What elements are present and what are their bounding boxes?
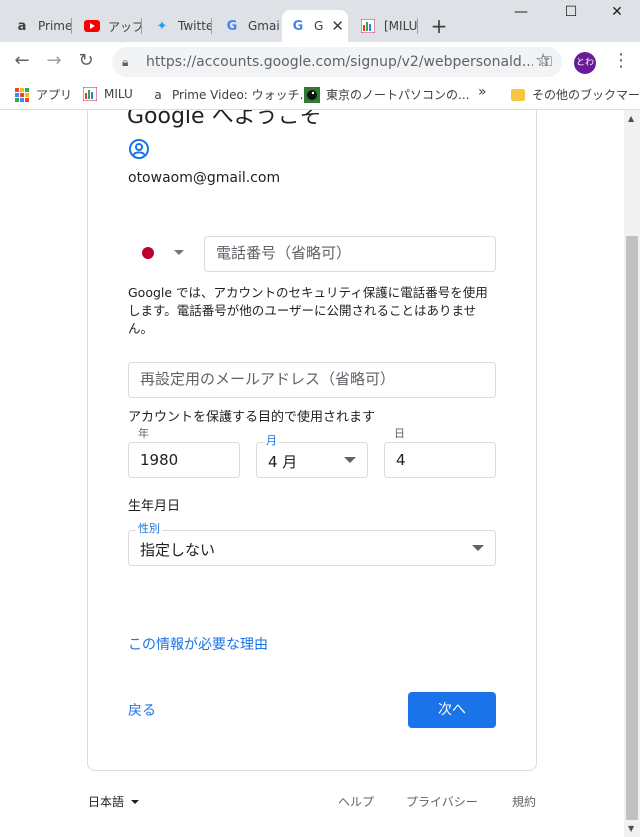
- tab-milu[interactable]: [MILU: [352, 10, 418, 42]
- recovery-note: アカウントを保護する目的で使用されます: [128, 410, 376, 425]
- next-button[interactable]: 次へ: [408, 692, 496, 728]
- chevron-down-icon[interactable]: [174, 250, 184, 255]
- birth-day-label: 日: [392, 425, 407, 441]
- bookmark-apps[interactable]: アプリ: [14, 86, 72, 103]
- tab-prime[interactable]: a Prime: [6, 10, 72, 42]
- scroll-down-icon[interactable]: ▼: [628, 824, 634, 833]
- close-icon[interactable]: ✕: [331, 17, 344, 35]
- phone-placeholder: 電話番号（省略可）: [216, 244, 352, 262]
- tab-youtube[interactable]: アップ: [76, 10, 142, 42]
- bookmarks-bar: アプリ MILU a Prime Video: ウォッチ... 東京のノートパソ…: [0, 80, 640, 110]
- page-content: Google へようこそ otowaom@gmail.com 電話番号（省略可）…: [0, 110, 624, 837]
- tab-label: Gmai: [248, 19, 280, 33]
- birth-day-value: 4: [396, 451, 406, 469]
- tab-active-google[interactable]: G G ✕: [282, 10, 348, 42]
- kebab-menu-icon[interactable]: ⋮: [612, 50, 630, 71]
- amazon-icon: a: [154, 87, 162, 102]
- bookmark-label: Prime Video: ウォッチ...: [172, 88, 312, 102]
- forward-arrow-icon[interactable]: →: [42, 50, 66, 74]
- vertical-scrollbar[interactable]: ▲ ▼: [624, 110, 640, 837]
- scroll-up-icon[interactable]: ▲: [628, 114, 634, 123]
- browser-chrome: a Prime アップ ✦ Twitte G Gmai G G ✕ [MILU: [0, 0, 640, 110]
- phone-note: Google では、アカウントのセキュリティ保護に電話番号を使用します。電話番号…: [128, 285, 488, 336]
- bookmark-label: アプリ: [36, 88, 73, 102]
- scrollbar-thumb[interactable]: [626, 236, 638, 820]
- bookmark-milu[interactable]: MILU: [82, 86, 133, 102]
- bookmark-prime-video[interactable]: a Prime Video: ウォッチ...: [150, 86, 311, 103]
- account-email: otowaom@gmail.com: [128, 170, 281, 186]
- folder-icon: [510, 87, 526, 103]
- birth-month-value: 4 月: [268, 453, 298, 471]
- address-bar[interactable]: 🔒︎ https://accounts.google.com/signup/v2…: [112, 47, 562, 77]
- star-icon[interactable]: ☆: [535, 50, 551, 71]
- page-title: Google へようこそ: [127, 110, 322, 129]
- lock-icon: 🔒︎: [122, 54, 129, 69]
- terms-link[interactable]: 規約: [512, 793, 536, 810]
- twitter-icon: ✦: [156, 18, 168, 34]
- new-tab-button[interactable]: +: [428, 14, 450, 38]
- toolbar: ← → ↻ 🔒︎ https://accounts.google.com/sig…: [0, 42, 640, 80]
- reload-icon[interactable]: ↻: [74, 50, 98, 74]
- gender-label: 性別: [136, 520, 162, 536]
- window-close-button[interactable]: ✕: [594, 4, 640, 20]
- recovery-email-input[interactable]: 再設定用のメールアドレス（省略可）: [128, 362, 496, 398]
- milu-icon: [82, 86, 98, 102]
- tab-label: アップ: [108, 19, 142, 34]
- tab-label: [MILU: [384, 19, 418, 33]
- account-circle-icon: [128, 138, 150, 160]
- tab-label: G: [314, 19, 324, 33]
- signup-card: [87, 110, 537, 771]
- bookmarks-overflow-button[interactable]: »: [478, 84, 487, 100]
- profile-avatar[interactable]: とわ: [574, 52, 596, 74]
- apps-grid-icon: [14, 87, 30, 103]
- bookmark-label: その他のブックマーク: [532, 88, 640, 102]
- maximize-button[interactable]: ☐: [548, 4, 594, 20]
- privacy-link[interactable]: プライバシー: [406, 793, 478, 810]
- back-button[interactable]: 戻る: [128, 700, 156, 720]
- bookmark-label: MILU: [104, 87, 133, 101]
- youtube-icon: [84, 18, 100, 34]
- chevron-down-icon: [472, 545, 484, 551]
- tab-label: Prime: [38, 19, 72, 33]
- birthday-caption: 生年月日: [128, 499, 181, 514]
- phone-input[interactable]: 電話番号（省略可）: [204, 236, 496, 272]
- birth-year-label: 年: [136, 425, 151, 441]
- recovery-email-placeholder: 再設定用のメールアドレス（省略可）: [140, 370, 396, 388]
- bookmark-label: 東京のノートパソコンの...: [326, 88, 470, 102]
- other-bookmarks[interactable]: その他のブックマーク: [510, 86, 640, 103]
- japan-flag-icon[interactable]: [142, 247, 154, 259]
- url-text[interactable]: https://accounts.google.com/signup/v2/we…: [146, 54, 533, 70]
- birth-month-label: 月: [264, 432, 279, 448]
- tab-label: Twitte: [178, 19, 212, 33]
- chevron-down-icon[interactable]: [131, 800, 139, 804]
- chevron-down-icon: [344, 457, 356, 463]
- back-arrow-icon[interactable]: ←: [10, 50, 34, 74]
- birth-year-value: 1980: [140, 451, 179, 469]
- tab-twitter[interactable]: ✦ Twitte: [146, 10, 212, 42]
- tab-gmail[interactable]: G Gmai: [216, 10, 282, 42]
- amazon-icon: a: [17, 18, 27, 34]
- google-icon: G: [292, 18, 304, 34]
- google-icon: G: [226, 18, 238, 34]
- help-link[interactable]: ヘルプ: [338, 793, 374, 810]
- language-select[interactable]: 日本語: [88, 793, 124, 810]
- milu-icon: [360, 18, 376, 34]
- minimize-button[interactable]: —: [498, 4, 544, 20]
- bird-icon: [304, 86, 320, 103]
- why-info-link[interactable]: この情報が必要な理由: [128, 634, 268, 654]
- tab-strip: a Prime アップ ✦ Twitte G Gmai G G ✕ [MILU: [0, 0, 640, 42]
- bookmark-tokyo-laptop[interactable]: 東京のノートパソコンの...: [304, 86, 469, 103]
- gender-value: 指定しない: [140, 541, 216, 559]
